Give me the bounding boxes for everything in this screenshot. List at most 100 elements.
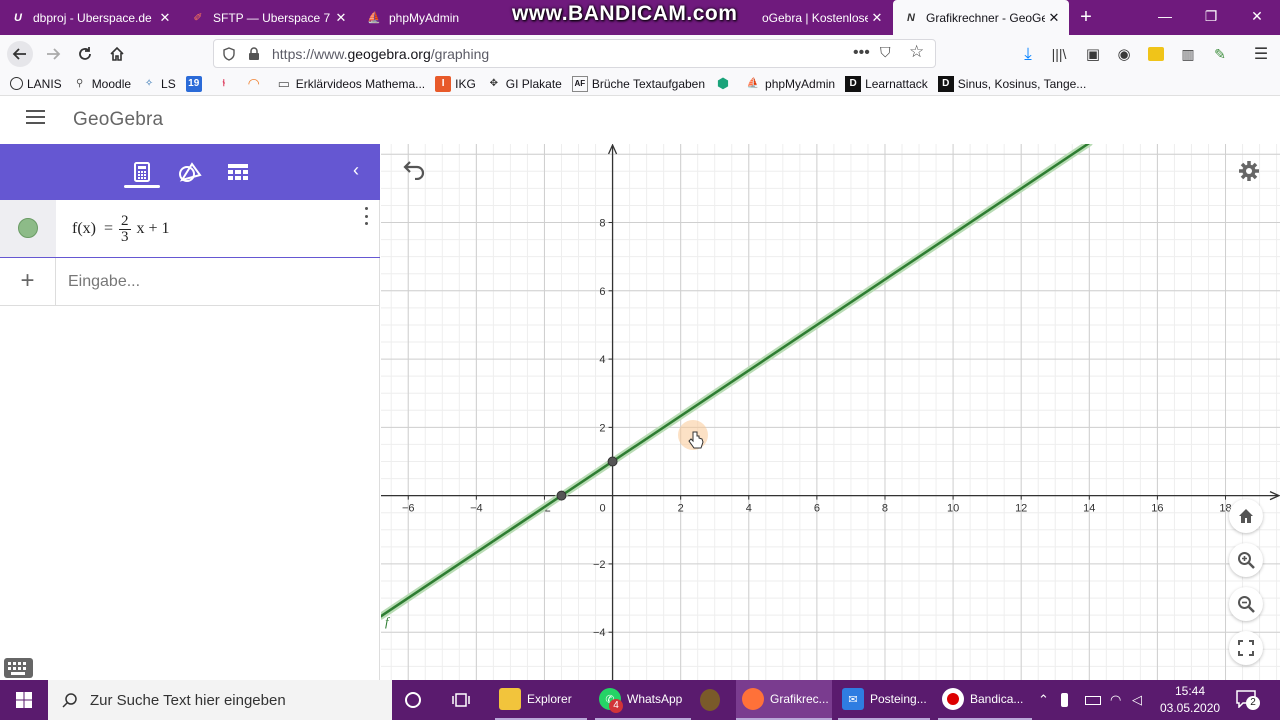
fullscreen-button[interactable] <box>1229 631 1263 665</box>
shield-icon[interactable] <box>222 47 236 61</box>
calculator-icon[interactable] <box>128 158 156 186</box>
algebra-row-f[interactable]: f(x) = 2 3 x + 1 <box>0 200 380 258</box>
url-bar[interactable]: https://www.geogebra.org/graphing ••• ⛉ … <box>213 39 936 68</box>
bookmark-orange[interactable]: ◠ <box>246 75 266 92</box>
wifi-icon[interactable]: ◠ <box>1110 680 1128 720</box>
pocket-icon[interactable]: ⛉ <box>880 44 891 61</box>
taskbar-search[interactable]: Zur Suche Text hier eingeben <box>48 680 392 720</box>
taskbar-outlook[interactable]: ✉ Posteing... <box>838 680 930 720</box>
tools-geometry-icon[interactable] <box>176 158 204 186</box>
y-tick-label: −4 <box>593 627 606 639</box>
bookmark-lanis[interactable]: LANIS <box>10 77 62 91</box>
volume-icon[interactable]: ◁ <box>1132 680 1150 720</box>
minimize-button[interactable]: — <box>1142 0 1188 35</box>
visibility-marble-icon[interactable] <box>18 218 38 238</box>
taskbar-app-label: WhatsApp <box>627 692 683 706</box>
undo-icon[interactable] <box>401 160 429 184</box>
menu-icon[interactable] <box>26 110 46 130</box>
curve-label: f <box>385 614 391 629</box>
url-text[interactable]: https://www.geogebra.org/graphing <box>272 46 489 62</box>
bookmark-label: Learnattack <box>865 76 928 91</box>
graphics-view[interactable]: −6−4−2024681012141618 8642−2−4 f <box>381 144 1280 680</box>
show-hidden-icons[interactable]: ⌃ <box>1038 680 1056 720</box>
bookmark-calendar[interactable]: 19 <box>185 75 206 92</box>
keyboard-icon[interactable] <box>4 658 33 678</box>
bookmark-learnattack[interactable]: D Learnattack <box>845 75 928 92</box>
zoom-out-button[interactable] <box>1229 587 1263 621</box>
extension-yellow-icon[interactable] <box>1143 41 1169 67</box>
bookmark-brueche[interactable]: AF Brüche Textaufgaben <box>571 75 705 92</box>
grid-major <box>381 144 1280 680</box>
battery-icon[interactable] <box>1085 680 1105 720</box>
bookmark-folder-erklaervideos[interactable]: ▭ Erklärvideos Mathema... <box>276 76 426 92</box>
function-definition[interactable]: f(x) = 2 3 x + 1 <box>72 213 170 245</box>
tab-uberspace[interactable]: U dbproj - Uberspace.de ✕ <box>0 0 180 35</box>
library-icon[interactable]: |||\ <box>1046 41 1072 67</box>
tab-phpmyadmin[interactable]: ⛵ phpMyAdmin <box>356 0 506 35</box>
bookmark-star-icon[interactable]: ☆ <box>909 42 924 62</box>
hand-cursor-icon <box>688 431 704 449</box>
more-actions-icon[interactable]: ••• <box>853 44 870 62</box>
new-tab-button[interactable]: + <box>1074 5 1098 29</box>
geogebra-logo[interactable]: GeoGebra <box>73 109 163 131</box>
system-clock[interactable]: 15:44 03.05.2020 <box>1160 683 1220 717</box>
bookmark-gi-plakate[interactable]: ✥ GI Plakate <box>486 76 562 92</box>
table-icon[interactable] <box>224 158 252 186</box>
close-tab-icon[interactable]: ✕ <box>332 10 350 26</box>
taskbar-owl-app[interactable] <box>700 680 726 720</box>
notification-center-button[interactable]: 2 <box>1232 688 1262 712</box>
restore-button[interactable]: ❐ <box>1188 0 1234 35</box>
bookmark-label: IKG <box>455 76 476 91</box>
back-button[interactable] <box>7 41 33 67</box>
bookmark-phpmyadmin[interactable]: ⛵ phpMyAdmin <box>745 76 835 92</box>
sidebar-icon[interactable]: ▣ <box>1080 41 1106 67</box>
taskbar-app-label: Explorer <box>527 692 572 706</box>
y-tick-label: 2 <box>599 422 605 434</box>
tools-icon: ⫮ <box>222 78 226 89</box>
tab-grafikrechner[interactable]: N Grafikrechner - GeoGe ✕ <box>893 0 1069 35</box>
add-input-icon[interactable]: + <box>0 258 56 305</box>
bookmark-moodle[interactable]: ⚲ Moodle <box>72 76 131 92</box>
extension-puzzle-icon[interactable]: ✎ <box>1207 41 1233 67</box>
home-button[interactable] <box>104 41 130 67</box>
task-view-button[interactable] <box>452 680 478 720</box>
tab-sftp[interactable]: ✐ SFTP — Uberspace 7 m ✕ <box>180 0 356 35</box>
taskbar-whatsapp[interactable]: ✆ 4 WhatsApp <box>595 680 691 720</box>
url-prefix: https://www. <box>272 46 348 62</box>
bookmark-green[interactable]: ⬢ <box>715 75 735 92</box>
bookmark-tools[interactable]: ⫮ <box>216 76 236 92</box>
bookmark-ikg[interactable]: I IKG <box>435 75 476 92</box>
search-placeholder: Zur Suche Text hier eingeben <box>90 691 286 709</box>
collapse-panel-icon[interactable]: ‹ <box>346 160 366 184</box>
bookmark-label: Moodle <box>91 76 132 91</box>
close-tab-icon[interactable]: ✕ <box>868 10 886 26</box>
more-options-icon[interactable] <box>362 207 370 225</box>
graph-canvas[interactable]: −6−4−2024681012141618 8642−2−4 f <box>381 144 1280 680</box>
taskbar-firefox[interactable]: Grafikrec... <box>736 680 832 720</box>
browser-tab-bar: U dbproj - Uberspace.de ✕ ✐ SFTP — Ubers… <box>0 0 1280 35</box>
start-button[interactable] <box>0 680 48 720</box>
fraction-denominator: 3 <box>121 228 129 245</box>
bookmark-ls[interactable]: ✧ LS <box>141 76 176 92</box>
cortana-button[interactable] <box>404 680 430 720</box>
moodle-icon: ⚲ <box>76 78 84 89</box>
learnattack-icon: D <box>845 75 862 92</box>
close-window-button[interactable]: ✕ <box>1234 0 1280 35</box>
taskbar-explorer[interactable]: Explorer <box>495 680 587 720</box>
close-tab-icon[interactable]: ✕ <box>156 10 174 26</box>
zoom-in-button[interactable] <box>1229 543 1263 577</box>
settings-gear-icon[interactable] <box>1238 160 1262 184</box>
hamburger-menu-icon[interactable]: ☰ <box>1248 41 1274 67</box>
extension-bars-icon[interactable]: ▥ <box>1175 41 1201 67</box>
account-icon[interactable]: ◉ <box>1111 41 1137 67</box>
taskbar-bandicam[interactable]: Bandica... <box>938 680 1032 720</box>
usb-icon[interactable] <box>1061 680 1079 720</box>
download-icon[interactable]: ⤓ <box>1015 41 1041 67</box>
algebra-input[interactable] <box>56 258 379 305</box>
close-tab-icon[interactable]: ✕ <box>1045 10 1063 26</box>
standard-view-button[interactable] <box>1229 499 1263 533</box>
bookmark-sinus[interactable]: D Sinus, Kosinus, Tange... <box>937 75 1086 92</box>
forward-button[interactable] <box>40 41 66 67</box>
lock-icon[interactable] <box>248 47 260 61</box>
reload-button[interactable] <box>72 41 98 67</box>
